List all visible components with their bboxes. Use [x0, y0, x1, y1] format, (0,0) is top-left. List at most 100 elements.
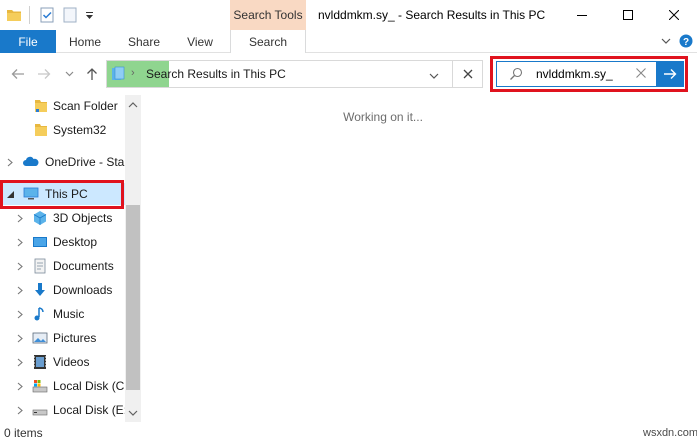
separator: [29, 6, 30, 24]
folder-icon: [35, 100, 47, 112]
close-icon: [463, 69, 472, 79]
search-tools-context-tab: Search Tools: [230, 0, 306, 30]
this-pc-highlight: [0, 180, 124, 209]
breadcrumb[interactable]: Search Results in This PC: [146, 67, 286, 81]
music-icon: [34, 307, 44, 321]
search-status-text: Working on it...: [343, 110, 423, 124]
expand-arrow-icon[interactable]: [14, 355, 26, 369]
search-input-value[interactable]: nvlddmkm.sy_: [536, 67, 613, 81]
window-title: nvlddmkm.sy_ - Search Results in This PC: [318, 8, 546, 22]
folder-app-icon[interactable]: [6, 6, 22, 24]
nav-item-label: Documents: [53, 259, 114, 273]
nav-item-label: Pictures: [53, 331, 97, 345]
nav-item-label: System32: [53, 123, 107, 137]
nav-scrollbar[interactable]: [125, 95, 141, 422]
svg-text:?: ?: [683, 37, 689, 48]
address-dropdown-button[interactable]: [429, 68, 439, 82]
nav-item-label: Scan Folder: [53, 99, 118, 113]
3d-objects-icon: [33, 211, 47, 225]
nav-item-3d-objects[interactable]: 3D Objects: [0, 207, 125, 229]
tab-home[interactable]: Home: [62, 30, 108, 53]
address-bar[interactable]: › Search Results in This PC: [106, 60, 453, 88]
stop-search-button[interactable]: [453, 60, 483, 88]
nav-item-local-disk-e[interactable]: Local Disk (E:): [0, 399, 125, 421]
search-icon: [509, 67, 523, 84]
close-button[interactable]: [651, 0, 697, 30]
local-disk-icon: [32, 380, 48, 393]
recent-locations-button[interactable]: [60, 64, 78, 84]
navigation-pane: Scan Folder System32 OneDrive - Star Thi…: [0, 95, 141, 422]
expand-arrow-icon[interactable]: [14, 235, 26, 249]
customize-quick-access-icon[interactable]: [83, 6, 95, 24]
up-button[interactable]: [83, 64, 101, 84]
tab-search[interactable]: Search: [230, 30, 306, 53]
nav-item-label: 3D Objects: [53, 211, 113, 225]
nav-item-music[interactable]: Music: [0, 303, 125, 325]
nav-item-scan-folder[interactable]: Scan Folder: [0, 95, 125, 117]
tab-view[interactable]: View: [180, 30, 220, 53]
nav-item-label: Desktop: [53, 235, 98, 249]
nav-item-downloads[interactable]: Downloads: [0, 279, 125, 301]
chevron-down-icon: [65, 71, 73, 77]
scroll-up-icon[interactable]: [128, 97, 138, 111]
expand-arrow-icon[interactable]: [4, 155, 16, 169]
help-icon[interactable]: ?: [678, 33, 694, 49]
nav-item-label: OneDrive - Star: [45, 155, 125, 169]
minimize-icon: [577, 15, 587, 16]
documents-icon: [34, 258, 46, 274]
nav-item-label: Downloads: [53, 283, 113, 297]
nav-item-label: Videos: [53, 355, 90, 369]
search-go-button[interactable]: [656, 61, 684, 87]
nav-item-label: Local Disk (E:): [53, 403, 125, 417]
nav-item-desktop[interactable]: Desktop: [0, 231, 125, 253]
clear-search-button[interactable]: [635, 67, 647, 82]
local-disk-icon: [32, 409, 48, 416]
onedrive-icon: [23, 156, 39, 166]
expand-arrow-icon[interactable]: [14, 307, 26, 321]
nav-item-documents[interactable]: Documents: [0, 255, 125, 277]
status-bar: 0 items: [0, 422, 697, 442]
nav-item-onedrive[interactable]: OneDrive - Star: [0, 151, 125, 173]
scroll-thumb[interactable]: [126, 205, 140, 390]
expand-arrow-icon[interactable]: [14, 379, 26, 393]
desktop-icon: [33, 237, 47, 247]
close-icon: [669, 10, 679, 20]
folder-icon: [35, 124, 47, 136]
expand-arrow-icon[interactable]: [14, 283, 26, 297]
new-folder-icon[interactable]: [61, 6, 79, 24]
arrow-right-icon: [664, 69, 677, 79]
nav-item-pictures[interactable]: Pictures: [0, 327, 125, 349]
minimize-button[interactable]: [559, 0, 605, 30]
title-bar: Search Tools nvlddmkm.sy_ - Search Resul…: [0, 0, 697, 30]
expand-ribbon-icon[interactable]: [658, 33, 674, 49]
tab-file[interactable]: File: [0, 30, 56, 53]
expand-arrow-icon[interactable]: [14, 259, 26, 273]
scroll-down-icon[interactable]: [128, 405, 138, 419]
pictures-icon: [32, 332, 48, 344]
chevron-down-icon: [429, 73, 439, 79]
tab-share[interactable]: Share: [122, 30, 166, 53]
videos-icon: [34, 355, 46, 369]
forward-button[interactable]: [35, 64, 53, 84]
search-results-icon: [110, 66, 126, 85]
watermark: wsxdn.com: [643, 427, 697, 439]
nav-item-system32[interactable]: System32: [0, 119, 125, 141]
expand-arrow-icon[interactable]: [14, 403, 26, 417]
nav-item-videos[interactable]: Videos: [0, 351, 125, 373]
maximize-button[interactable]: [605, 0, 651, 30]
close-icon: [636, 68, 646, 78]
nav-item-label: Local Disk (C:: [53, 379, 125, 393]
nav-item-local-disk-c[interactable]: Local Disk (C:: [0, 375, 125, 397]
properties-icon[interactable]: [38, 6, 56, 24]
expand-arrow-icon[interactable]: [14, 211, 26, 225]
search-input[interactable]: nvlddmkm.sy_: [496, 61, 684, 87]
item-count: 0 items: [4, 426, 43, 440]
breadcrumb-separator-icon[interactable]: ›: [131, 67, 135, 79]
forward-arrow-icon: [38, 69, 51, 79]
ribbon-tabs: File Home Share View Search ?: [0, 30, 697, 53]
expand-arrow-icon[interactable]: [14, 331, 26, 345]
nav-item-label: Music: [53, 307, 85, 321]
results-pane[interactable]: Working on it...: [141, 95, 697, 422]
search-tools-label: Search Tools: [233, 8, 303, 22]
back-button[interactable]: [9, 64, 27, 84]
